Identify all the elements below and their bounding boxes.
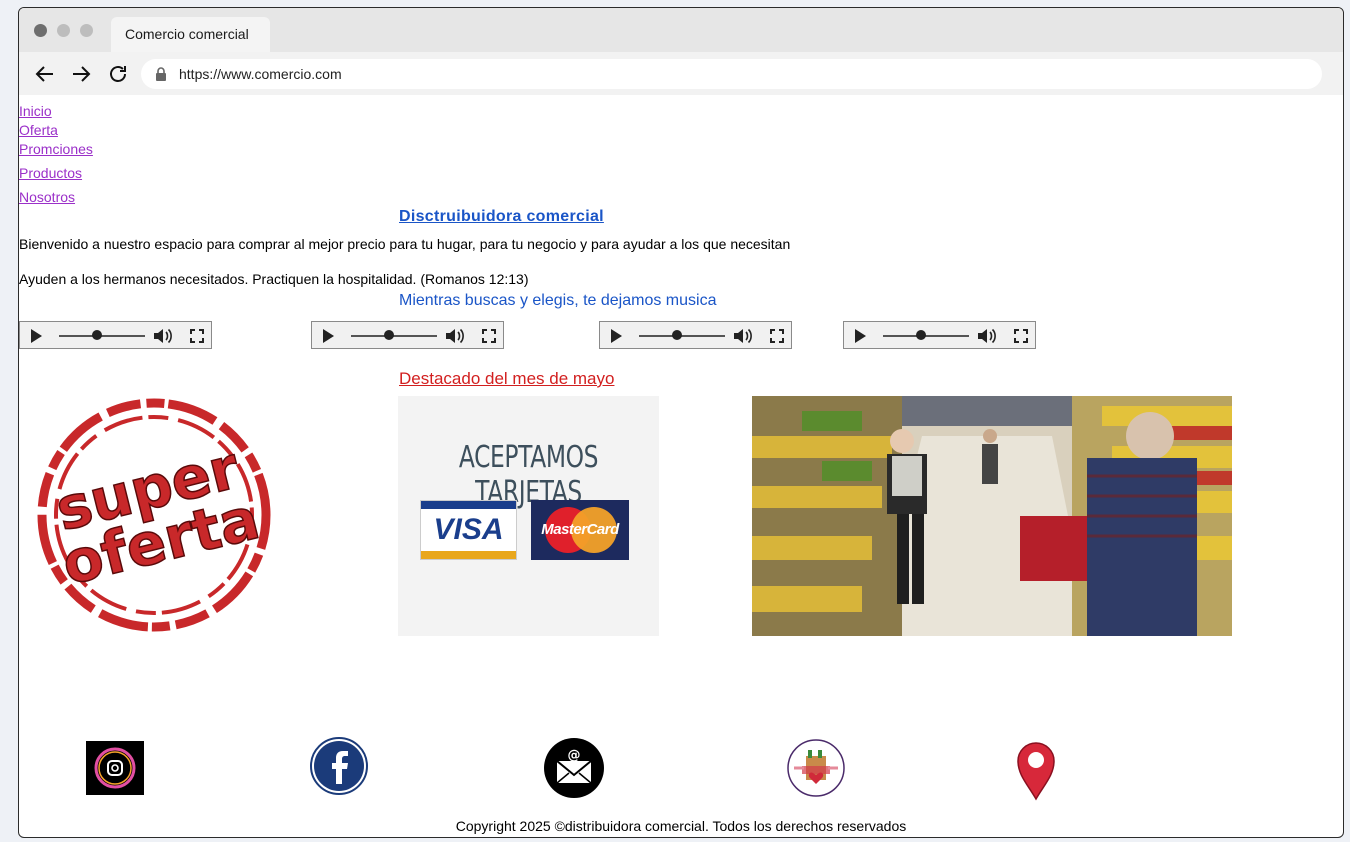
volume-icon[interactable]	[445, 327, 465, 345]
nav-link-inicio[interactable]: Inicio	[19, 103, 52, 119]
volume-icon[interactable]	[977, 327, 997, 345]
location-pin-icon[interactable]	[1016, 741, 1056, 801]
page-title[interactable]: Disctruibuidora comercial	[399, 208, 604, 226]
music-heading: Mientras buscas y elegis, te dejamos mus…	[399, 292, 717, 309]
nav-link-nosotros[interactable]: Nosotros	[19, 189, 75, 205]
audio-player[interactable]	[843, 321, 1036, 349]
visa-logo: VISA	[420, 500, 517, 560]
address-bar[interactable]: https://www.comercio.com	[141, 59, 1322, 89]
audio-progress-knob[interactable]	[384, 330, 394, 340]
store-logo-icon[interactable]	[786, 738, 846, 798]
browser-toolbar: https://www.comercio.com	[19, 52, 1343, 95]
volume-icon[interactable]	[733, 327, 753, 345]
welcome-text: Bienvenido a nuestro espacio para compra…	[19, 236, 791, 252]
back-arrow-icon[interactable]	[33, 62, 57, 86]
audio-progress-knob[interactable]	[92, 330, 102, 340]
audio-progress-track[interactable]	[59, 335, 145, 337]
audio-player[interactable]	[311, 321, 504, 349]
instagram-icon[interactable]	[86, 741, 144, 795]
verse-text: Ayuden a los hermanos necesitados. Pract…	[19, 271, 529, 287]
play-icon[interactable]	[323, 329, 334, 343]
accepted-cards-image: ACEPTAMOS TARJETAS VISA MasterCard	[398, 396, 659, 636]
mastercard-logo: MasterCard	[531, 500, 629, 560]
fullscreen-icon[interactable]	[482, 329, 496, 343]
minimize-window-button[interactable]	[57, 24, 70, 37]
browser-chrome: Comercio comercial https://www.comercio.…	[19, 8, 1343, 95]
fullscreen-icon[interactable]	[1014, 329, 1028, 343]
fullscreen-icon[interactable]	[190, 329, 204, 343]
audio-progress-knob[interactable]	[672, 330, 682, 340]
reload-icon[interactable]	[106, 62, 130, 86]
audio-player[interactable]	[599, 321, 792, 349]
maximize-window-button[interactable]	[80, 24, 93, 37]
audio-player[interactable]	[19, 321, 212, 349]
facebook-icon[interactable]	[307, 737, 371, 795]
close-window-button[interactable]	[34, 24, 47, 37]
audio-progress-track[interactable]	[883, 335, 969, 337]
super-offer-image: super oferta	[37, 398, 271, 632]
email-icon[interactable]: @	[543, 737, 605, 799]
visa-label: VISA	[433, 513, 504, 546]
copyright-text: Copyright 2025 ©distribuidora comercial.…	[455, 818, 907, 834]
fullscreen-icon[interactable]	[770, 329, 784, 343]
audio-progress-knob[interactable]	[916, 330, 926, 340]
audio-progress-track[interactable]	[639, 335, 725, 337]
page-content: Inicio Oferta Promciones Productos Nosot…	[19, 95, 1343, 837]
browser-window: Comercio comercial https://www.comercio.…	[18, 7, 1344, 838]
nav-link-promociones[interactable]: Promciones	[19, 141, 93, 157]
mastercard-label: MasterCard	[541, 521, 619, 538]
url-text: https://www.comercio.com	[179, 66, 342, 82]
play-icon[interactable]	[855, 329, 866, 343]
play-icon[interactable]	[31, 329, 42, 343]
nav-link-productos[interactable]: Productos	[19, 165, 82, 181]
audio-progress-track[interactable]	[351, 335, 437, 337]
play-icon[interactable]	[611, 329, 622, 343]
supermarket-photo	[752, 396, 1232, 636]
forward-arrow-icon[interactable]	[69, 62, 93, 86]
featured-heading[interactable]: Destacado del mes de mayo	[399, 369, 614, 389]
lock-icon	[156, 67, 166, 81]
nav-link-oferta[interactable]: Oferta	[19, 122, 58, 138]
volume-icon[interactable]	[153, 327, 173, 345]
browser-tab[interactable]: Comercio comercial	[111, 17, 270, 52]
svg-text:@: @	[568, 748, 581, 763]
